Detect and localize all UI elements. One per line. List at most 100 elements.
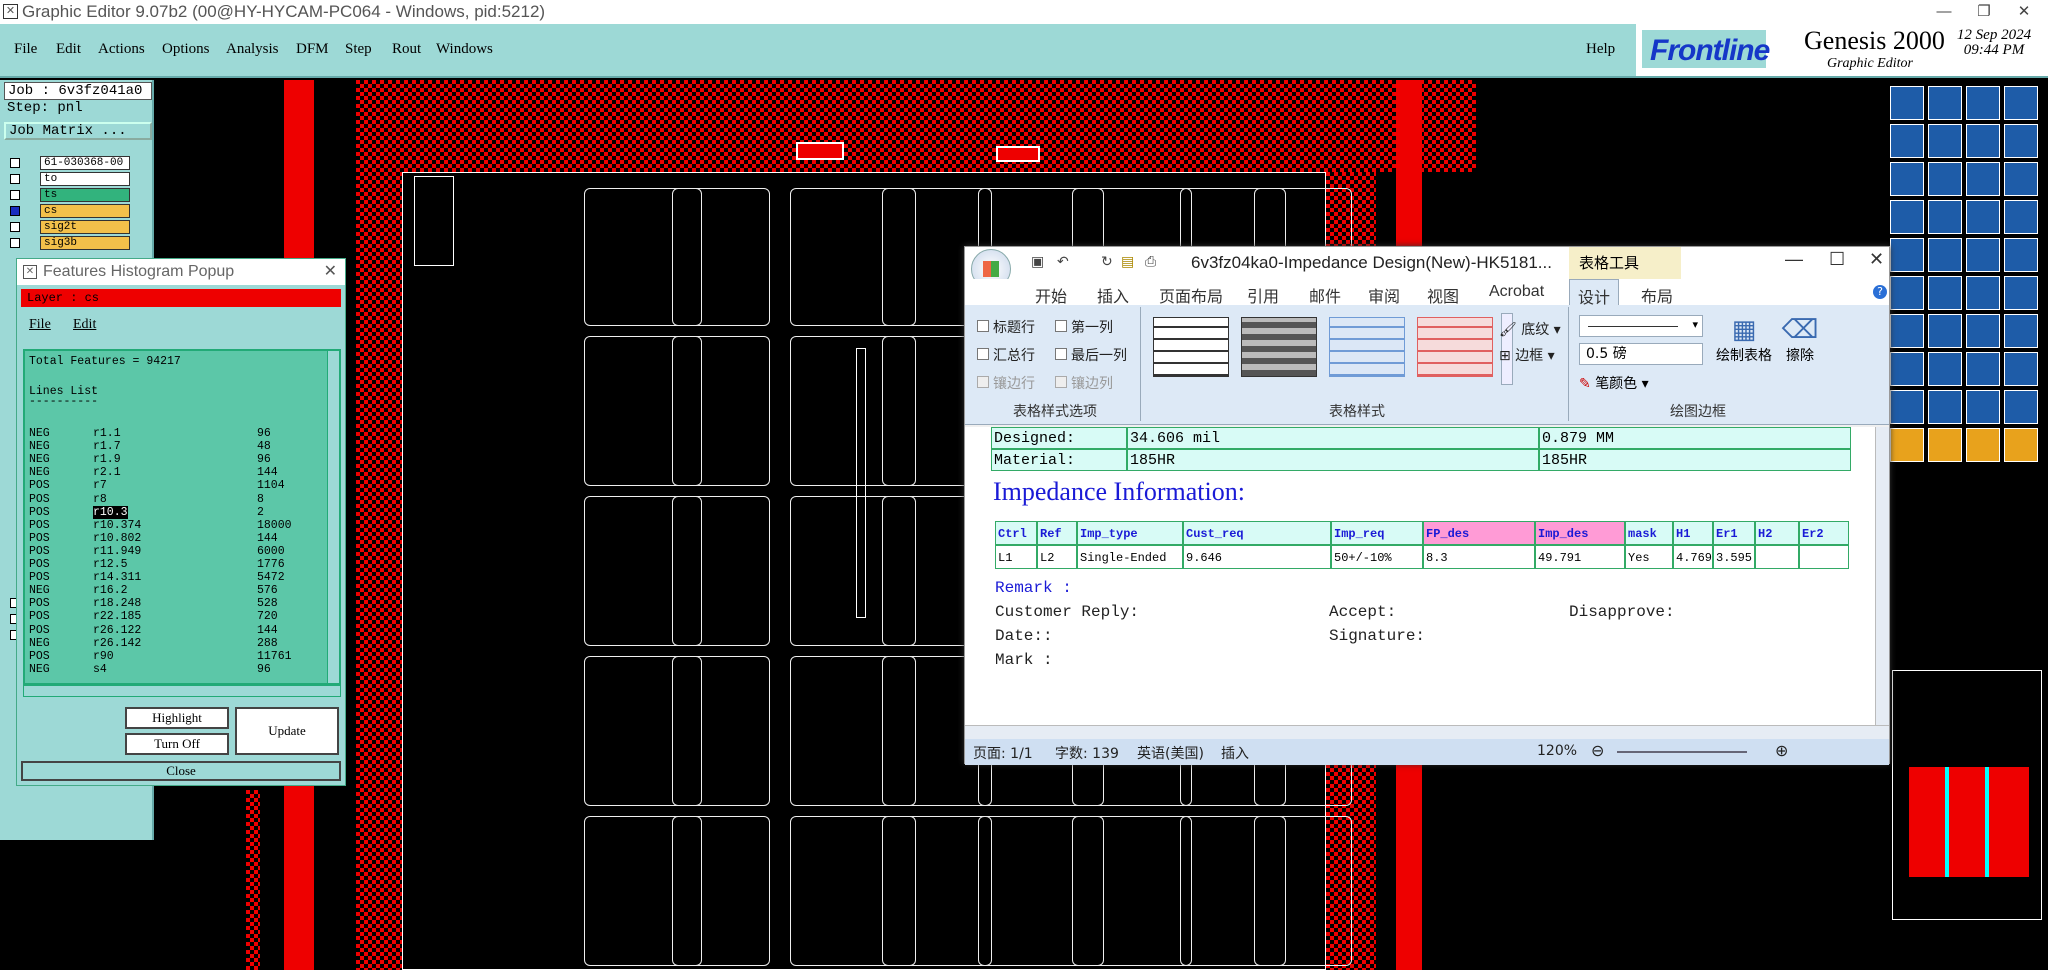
histogram-row[interactable]: POS r11.949 6000 (29, 545, 319, 558)
popup-menu-file[interactable]: File (29, 317, 51, 333)
tool-button[interactable] (1966, 352, 2000, 386)
histogram-row[interactable]: NEG r1.1 96 (29, 427, 319, 440)
draw-table-button[interactable]: ▦ 绘制表格 (1713, 315, 1775, 365)
menu-analysis[interactable]: Analysis (226, 41, 279, 58)
pen-color-button[interactable]: ✎ 笔颜色 ▾ (1579, 373, 1649, 393)
histogram-row[interactable]: POS r12.5 1776 (29, 558, 319, 571)
banded-row-checkbox[interactable]: 镶边行 (977, 373, 1035, 393)
histogram-row[interactable]: NEG r2.1 144 (29, 466, 319, 479)
tool-button[interactable] (2004, 276, 2038, 310)
restore-button[interactable]: ❐ (1964, 0, 2004, 24)
close-icon[interactable]: ✕ (324, 259, 337, 285)
tool-button[interactable] (2004, 238, 2038, 272)
document-area[interactable]: Designed: 34.606 mil 0.879 MM Material: 185H… (965, 427, 1875, 725)
tool-button[interactable] (1966, 238, 2000, 272)
tool-button[interactable] (1928, 428, 1962, 462)
banded-column-checkbox[interactable]: 镶边列 (1055, 373, 1113, 393)
tab-references[interactable]: 引用 (1247, 283, 1279, 307)
tool-button[interactable] (1966, 124, 2000, 158)
list-hscrollbar[interactable] (23, 685, 341, 697)
tool-button[interactable] (1890, 352, 1924, 386)
tool-button[interactable] (1966, 86, 2000, 120)
word-maximize-button[interactable]: ☐ (1829, 249, 1845, 270)
histogram-row[interactable]: POS r26.122 144 (29, 624, 319, 637)
header-row-checkbox[interactable]: 标题行 (977, 317, 1035, 337)
layer-checkbox[interactable] (10, 158, 20, 168)
tool-button[interactable] (1966, 276, 2000, 310)
tool-button[interactable] (2004, 428, 2038, 462)
tool-button[interactable] (1890, 162, 1924, 196)
tool-button[interactable] (1928, 314, 1962, 348)
tab-insert[interactable]: 插入 (1097, 283, 1129, 307)
layer-name[interactable]: ts (40, 188, 130, 202)
table-style-plain[interactable] (1153, 317, 1229, 377)
save-icon[interactable]: ▣ (1031, 253, 1044, 270)
print-icon[interactable]: ⎙ (1145, 253, 1156, 270)
histogram-row[interactable]: POS r18.248 528 (29, 597, 319, 610)
menu-actions[interactable]: Actions (98, 41, 145, 58)
histogram-list[interactable]: Total Features = 94217 Lines List ------… (23, 349, 341, 685)
histogram-row[interactable]: NEG r16.2 576 (29, 584, 319, 597)
shading-button[interactable]: 🖌 底纹 ▾ (1499, 319, 1561, 339)
histogram-row[interactable]: POS r8 8 (29, 493, 319, 506)
tab-acrobat[interactable]: Acrobat (1489, 283, 1544, 301)
tool-button[interactable] (1928, 200, 1962, 234)
open-icon[interactable]: ▤ (1121, 253, 1134, 270)
undo-icon[interactable]: ↶ (1057, 253, 1069, 270)
borders-button[interactable]: ⊞ 边框 ▾ (1499, 345, 1555, 365)
tab-layout[interactable]: 布局 (1641, 283, 1673, 307)
layer-checkbox[interactable] (10, 190, 20, 200)
tool-button[interactable] (1890, 314, 1924, 348)
tool-button[interactable] (1890, 124, 1924, 158)
layer-name[interactable]: sig2t (40, 220, 130, 234)
tool-button[interactable] (1928, 238, 1962, 272)
redo-icon[interactable]: ↻ (1101, 253, 1113, 270)
tool-button[interactable] (1890, 86, 1924, 120)
menu-rout[interactable]: Rout (392, 41, 421, 58)
layer-name[interactable]: 61-030368-00 (40, 156, 130, 170)
tool-button[interactable] (1966, 162, 2000, 196)
layer-checkbox[interactable] (10, 238, 20, 248)
table-style-blue[interactable] (1329, 317, 1405, 377)
last-column-checkbox[interactable]: 最后一列 (1055, 345, 1127, 365)
menu-dfm[interactable]: DFM (296, 41, 329, 58)
tool-button[interactable] (1890, 200, 1924, 234)
tool-button[interactable] (2004, 200, 2038, 234)
tool-button[interactable] (2004, 124, 2038, 158)
layer-checkbox[interactable] (10, 222, 20, 232)
tool-button[interactable] (1890, 276, 1924, 310)
doc-vscrollbar[interactable] (1875, 427, 1889, 725)
tab-review[interactable]: 审阅 (1368, 283, 1400, 307)
table-style-red[interactable] (1417, 317, 1493, 377)
histogram-row[interactable]: NEG s4 96 (29, 663, 319, 676)
tab-design[interactable]: 设计 (1569, 279, 1620, 307)
tool-button[interactable] (1966, 200, 2000, 234)
layer-checkbox[interactable] (10, 174, 20, 184)
doc-hscrollbar[interactable] (965, 725, 1889, 739)
menu-file[interactable]: File (14, 41, 37, 58)
layer-name[interactable]: cs (40, 204, 130, 218)
histogram-row[interactable]: NEG r26.142 288 (29, 637, 319, 650)
histogram-row[interactable]: POS r90 11761 (29, 650, 319, 663)
zoom-slider[interactable] (1617, 751, 1747, 753)
tool-button[interactable] (2004, 314, 2038, 348)
menu-edit[interactable]: Edit (56, 41, 81, 58)
menu-help[interactable]: Help (1586, 41, 1615, 58)
histogram-row[interactable]: NEG r1.9 96 (29, 453, 319, 466)
insert-mode[interactable]: 插入 (1221, 743, 1249, 763)
tool-button[interactable] (1928, 352, 1962, 386)
tool-button[interactable] (1966, 428, 2000, 462)
tab-home[interactable]: 开始 (1035, 283, 1067, 307)
tool-button[interactable] (1890, 428, 1924, 462)
histogram-row[interactable]: POS r10.3 2 (29, 505, 319, 519)
layer-name[interactable]: to (40, 172, 130, 186)
help-icon[interactable]: ? (1873, 285, 1887, 299)
turn-off-button[interactable]: Turn Off (125, 733, 229, 755)
highlight-button[interactable]: Highlight (125, 707, 229, 729)
update-button[interactable]: Update (235, 707, 339, 755)
menu-options[interactable]: Options (162, 41, 210, 58)
tool-button[interactable] (1966, 390, 2000, 424)
layer-name[interactable]: sig3b (40, 236, 130, 250)
tab-mailings[interactable]: 邮件 (1309, 283, 1341, 307)
tab-view[interactable]: 视图 (1427, 283, 1459, 307)
